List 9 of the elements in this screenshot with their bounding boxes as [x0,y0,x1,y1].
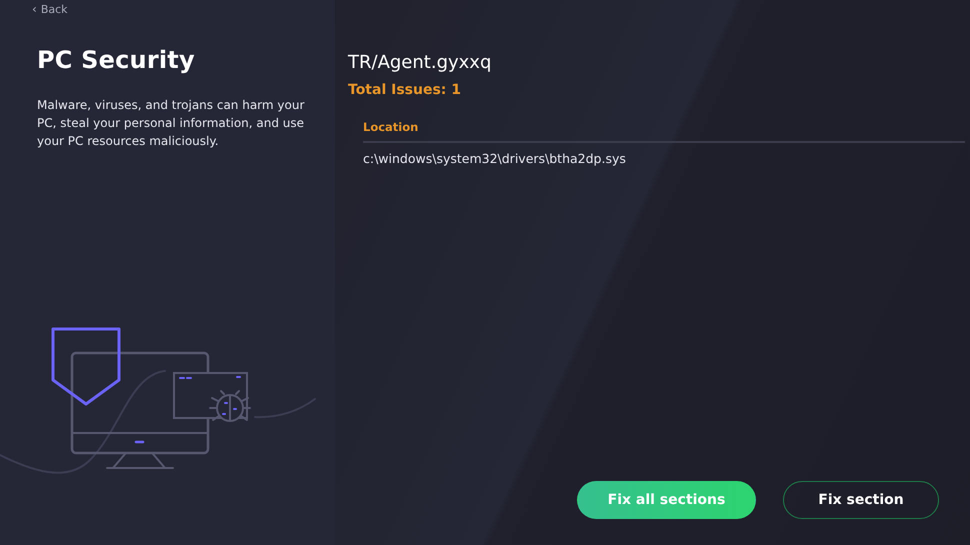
page-title: PC Security [37,46,196,74]
total-issues: Total Issues: 1 [348,82,462,98]
threat-name: TR/Agent.gyxxq [348,52,492,73]
location-heading: Location [363,120,965,143]
chevron-left-icon: ‹ [32,2,37,16]
fix-section-button[interactable]: Fix section [783,481,939,519]
file-path: c:\windows\system32\drivers\btha2dp.sys [363,151,627,166]
page-description: Malware, viruses, and trojans can harm your PC, steal your personal information, and use your PC resources maliciously. [37,97,305,150]
back-link[interactable]: ‹ Back [32,2,68,16]
